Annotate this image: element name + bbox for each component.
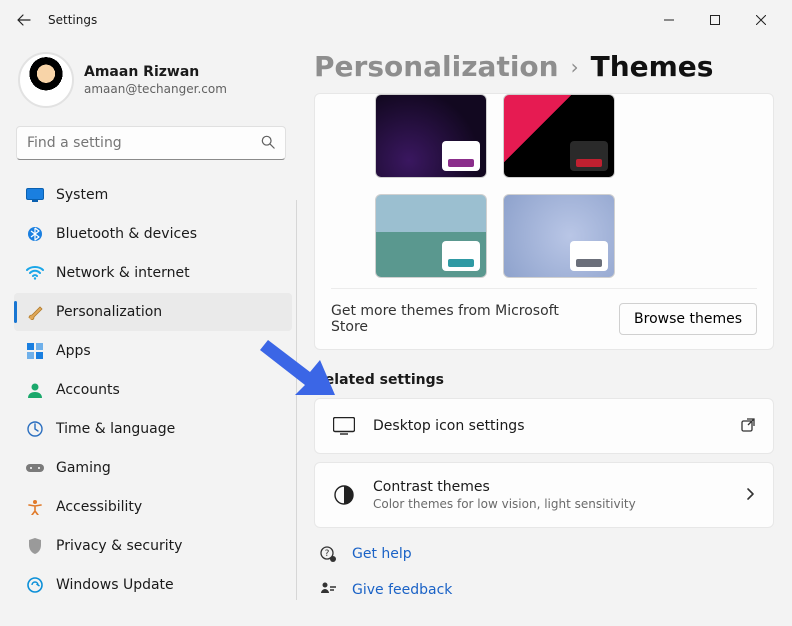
breadcrumb-parent[interactable]: Personalization xyxy=(314,50,559,83)
theme-swatch xyxy=(448,159,474,167)
get-help-row[interactable]: ? Get help xyxy=(314,536,774,572)
nav-accessibility[interactable]: Accessibility xyxy=(14,488,292,526)
titlebar: Settings xyxy=(0,0,792,40)
related-settings-title: Related settings xyxy=(314,372,774,388)
store-text: Get more themes from Microsoft Store xyxy=(331,303,561,335)
nav-label: Accessibility xyxy=(56,499,142,515)
desktop-icon-settings-card[interactable]: Desktop icon settings xyxy=(314,398,774,454)
maximize-button[interactable] xyxy=(692,4,738,36)
sidebar: Amaan Rizwan amaan@techanger.com System … xyxy=(0,40,296,626)
search-icon xyxy=(261,134,275,153)
feedback-icon xyxy=(318,580,338,600)
nav-label: Gaming xyxy=(56,460,111,476)
nav-label: System xyxy=(56,187,108,203)
get-help-link[interactable]: Get help xyxy=(352,546,412,562)
column-divider xyxy=(296,200,297,600)
chevron-right-icon xyxy=(745,486,755,505)
nav-label: Accounts xyxy=(56,382,120,398)
theme-thumbnail[interactable] xyxy=(503,94,615,178)
profile-block[interactable]: Amaan Rizwan amaan@techanger.com xyxy=(14,48,292,120)
themes-card: Get more themes from Microsoft Store Bro… xyxy=(314,93,774,350)
card-title: Contrast themes xyxy=(373,479,727,495)
nav-network[interactable]: Network & internet xyxy=(14,254,292,292)
nav: System Bluetooth & devices Network & int… xyxy=(14,176,292,604)
wifi-icon xyxy=(26,264,44,282)
card-subtitle: Color themes for low vision, light sensi… xyxy=(373,497,727,511)
theme-swatch xyxy=(576,259,602,267)
card-title: Desktop icon settings xyxy=(373,418,723,434)
svg-text:?: ? xyxy=(325,549,330,559)
minimize-button[interactable] xyxy=(646,4,692,36)
breadcrumb: Personalization › Themes xyxy=(314,50,774,83)
nav-privacy[interactable]: Privacy & security xyxy=(14,527,292,565)
nav-system[interactable]: System xyxy=(14,176,292,214)
bluetooth-icon xyxy=(26,225,44,243)
gamepad-icon xyxy=(26,459,44,477)
apps-icon xyxy=(26,342,44,360)
nav-label: Personalization xyxy=(56,304,162,320)
browse-themes-button[interactable]: Browse themes xyxy=(619,303,757,335)
nav-accounts[interactable]: Accounts xyxy=(14,371,292,409)
nav-apps[interactable]: Apps xyxy=(14,332,292,370)
nav-label: Apps xyxy=(56,343,91,359)
theme-thumbnail[interactable] xyxy=(375,94,487,178)
search-box[interactable] xyxy=(16,126,286,160)
give-feedback-link[interactable]: Give feedback xyxy=(352,582,452,598)
nav-label: Bluetooth & devices xyxy=(56,226,197,242)
main-content: Personalization › Themes Get more themes… xyxy=(296,40,792,626)
help-icon: ? xyxy=(318,544,338,564)
nav-label: Privacy & security xyxy=(56,538,182,554)
theme-thumbnail[interactable] xyxy=(503,194,615,278)
globe-clock-icon xyxy=(26,420,44,438)
breadcrumb-current: Themes xyxy=(591,50,714,83)
paintbrush-icon xyxy=(26,303,44,321)
avatar xyxy=(18,52,74,108)
theme-thumbnail[interactable] xyxy=(375,194,487,278)
system-icon xyxy=(26,186,44,204)
app-title: Settings xyxy=(48,13,97,27)
nav-time[interactable]: Time & language xyxy=(14,410,292,448)
nav-gaming[interactable]: Gaming xyxy=(14,449,292,487)
window-controls xyxy=(646,4,784,36)
theme-swatch xyxy=(448,259,474,267)
arrow-left-icon xyxy=(16,12,32,28)
nav-label: Network & internet xyxy=(56,265,190,281)
theme-swatch xyxy=(576,159,602,167)
back-button[interactable] xyxy=(8,4,40,36)
nav-label: Time & language xyxy=(56,421,175,437)
nav-bluetooth[interactable]: Bluetooth & devices xyxy=(14,215,292,253)
shield-icon xyxy=(26,537,44,555)
update-icon xyxy=(26,576,44,594)
nav-update[interactable]: Windows Update xyxy=(14,566,292,604)
accessibility-icon xyxy=(26,498,44,516)
search-input[interactable] xyxy=(27,135,261,151)
desktop-icon xyxy=(333,415,355,437)
open-external-icon xyxy=(741,417,755,436)
close-button[interactable] xyxy=(738,4,784,36)
contrast-icon xyxy=(333,484,355,506)
contrast-themes-card[interactable]: Contrast themes Color themes for low vis… xyxy=(314,462,774,528)
give-feedback-row[interactable]: Give feedback xyxy=(314,572,774,608)
chevron-right-icon: › xyxy=(571,55,579,79)
profile-name: Amaan Rizwan xyxy=(84,64,227,80)
person-icon xyxy=(26,381,44,399)
profile-email: amaan@techanger.com xyxy=(84,82,227,96)
nav-personalization[interactable]: Personalization xyxy=(14,293,292,331)
nav-label: Windows Update xyxy=(56,577,174,593)
